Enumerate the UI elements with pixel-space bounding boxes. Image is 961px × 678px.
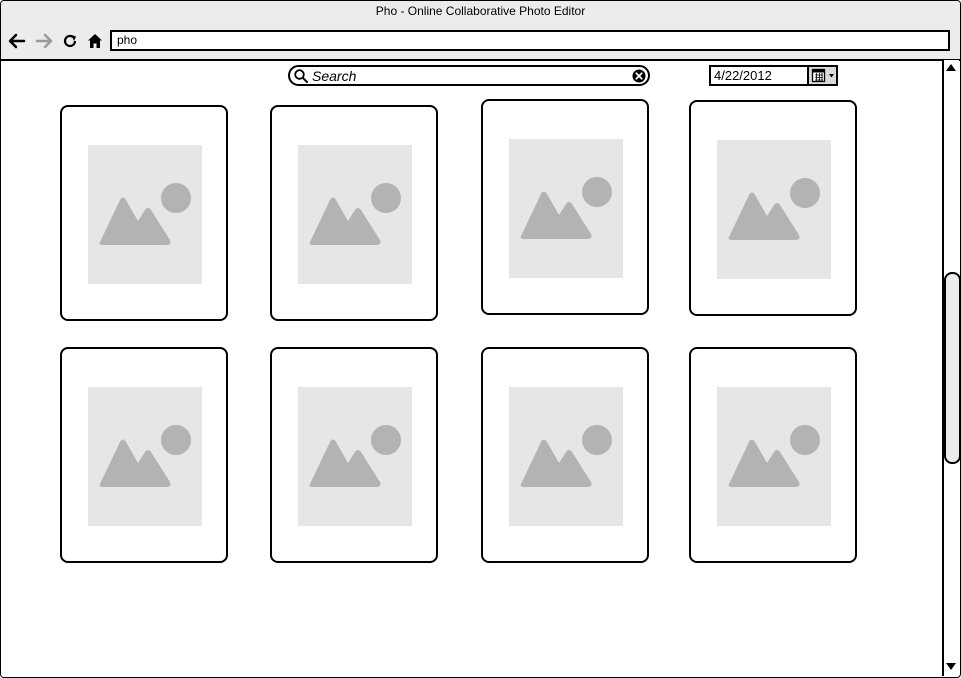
image-placeholder-icon	[309, 183, 401, 245]
search-icon	[294, 69, 308, 83]
image-placeholder-icon	[728, 425, 820, 487]
image-placeholder-icon	[99, 183, 191, 245]
photo-thumbnail	[298, 387, 412, 526]
date-input[interactable]: 4/22/2012	[709, 65, 809, 86]
photo-card[interactable]	[689, 100, 857, 316]
photo-thumbnail	[717, 387, 831, 526]
image-placeholder-icon	[99, 425, 191, 487]
reload-icon	[63, 34, 77, 48]
photo-thumbnail	[298, 145, 412, 284]
search-input[interactable]: Search	[312, 68, 356, 84]
photo-thumbnail	[509, 139, 623, 278]
image-placeholder-icon	[309, 425, 401, 487]
photo-card[interactable]	[60, 105, 228, 321]
image-placeholder-icon	[520, 425, 612, 487]
back-arrow-icon	[8, 33, 26, 49]
back-button[interactable]	[7, 31, 27, 51]
calendar-icon	[811, 68, 834, 83]
home-icon	[88, 34, 102, 48]
clear-icon[interactable]	[632, 69, 646, 83]
photo-card[interactable]	[481, 347, 649, 563]
forward-arrow-icon	[35, 33, 53, 49]
image-placeholder-icon	[520, 177, 612, 239]
forward-button[interactable]	[34, 31, 54, 51]
date-picker-button[interactable]	[807, 65, 838, 86]
photo-card[interactable]	[270, 105, 438, 321]
photo-thumbnail	[717, 140, 831, 279]
home-button[interactable]	[85, 31, 105, 51]
scroll-down-icon[interactable]	[945, 662, 957, 672]
photo-thumbnail	[88, 387, 202, 526]
browser-chrome: Pho - Online Collaborative Photo Editor …	[1, 1, 960, 61]
reload-button[interactable]	[60, 31, 80, 51]
window-title: Pho - Online Collaborative Photo Editor	[375, 4, 586, 18]
search-field[interactable]: Search	[288, 65, 650, 86]
photo-card[interactable]	[270, 347, 438, 563]
photo-thumbnail	[509, 387, 623, 526]
scrollbar-thumb[interactable]	[944, 272, 961, 464]
photo-card[interactable]	[481, 99, 649, 315]
scroll-up-icon[interactable]	[945, 62, 957, 72]
photo-card[interactable]	[60, 347, 228, 563]
photo-thumbnail	[88, 145, 202, 284]
address-bar[interactable]: pho	[110, 30, 950, 51]
photo-card[interactable]	[689, 347, 857, 563]
image-placeholder-icon	[728, 178, 820, 240]
